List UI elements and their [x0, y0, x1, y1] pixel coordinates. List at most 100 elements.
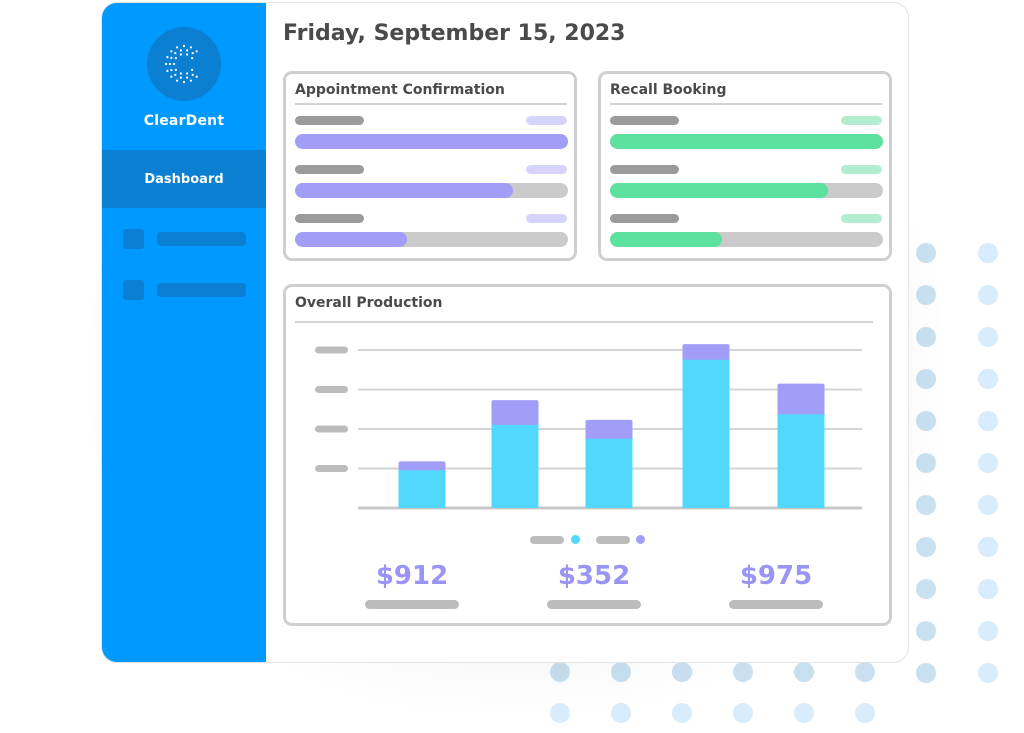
recall-progress-bar — [610, 232, 883, 247]
appointment-progress-bar — [295, 232, 568, 247]
decorative-dot — [978, 495, 998, 515]
decorative-dot — [978, 579, 998, 599]
logo-dot — [182, 44, 186, 48]
logo-dot — [166, 56, 169, 59]
logo-dot — [186, 53, 189, 56]
stat-value-1: $912 — [375, 561, 449, 591]
cleardent-logo-icon[interactable] — [147, 27, 221, 101]
logo-dot — [191, 68, 194, 71]
appointment-row-value-placeholder — [526, 165, 567, 174]
bar-5-segment-2 — [777, 383, 825, 415]
decorative-dot — [550, 703, 570, 723]
decorative-dot — [978, 411, 998, 431]
card-divider — [295, 103, 567, 105]
logo-dot — [179, 76, 182, 79]
logo-dot — [191, 52, 194, 55]
recall-progress-fill — [610, 232, 722, 247]
stat-value-2: $352 — [557, 561, 631, 591]
card-title: Appointment Confirmation — [295, 82, 505, 98]
recall-row-value-placeholder — [841, 214, 882, 223]
logo-dot — [179, 49, 182, 52]
appointment-row-label-placeholder — [295, 214, 364, 223]
logo-dot — [191, 73, 194, 76]
logo-dot — [170, 69, 173, 72]
bar-4-segment-1 — [682, 358, 730, 508]
bar-3-segment-2 — [585, 419, 633, 439]
logo-dot — [182, 80, 186, 84]
logo-dot — [176, 79, 179, 82]
recall-booking-card: Recall Booking — [598, 71, 892, 261]
card-title: Recall Booking — [610, 82, 727, 98]
logo-dot — [174, 52, 177, 55]
sidebar-item-label-placeholder — [157, 232, 246, 246]
logo-dot — [195, 50, 198, 53]
appointment-row-label-placeholder — [295, 116, 364, 125]
appointment-row-value-placeholder — [526, 214, 567, 223]
recall-row-value-placeholder — [841, 165, 882, 174]
y-tick-label-placeholder-1 — [315, 465, 348, 472]
decorative-dot — [978, 453, 998, 473]
sidebar-item-2[interactable] — [123, 280, 247, 300]
logo-dots-icon — [164, 44, 198, 84]
logo-dot — [186, 76, 189, 79]
logo-dot — [186, 72, 189, 75]
appointment-row-value-placeholder — [526, 116, 567, 125]
overall-production-card: Overall Production $912 $352 $975 — [283, 284, 892, 626]
page-date-title: Friday, September 15, 2023 — [283, 21, 626, 46]
recall-progress-fill — [610, 134, 883, 149]
card-divider — [610, 103, 882, 105]
logo-dot — [189, 79, 192, 82]
legend-label-series-1 — [530, 536, 564, 544]
logo-dot — [174, 73, 177, 76]
bar-1-segment-1 — [398, 469, 446, 508]
sidebar-item-dashboard[interactable]: Dashboard — [102, 150, 266, 208]
brand-name: ClearDent — [143, 113, 225, 129]
recall-progress-bar — [610, 183, 883, 198]
bar-2-segment-1 — [491, 423, 539, 508]
logo-dot — [170, 56, 173, 59]
decorative-dot — [978, 621, 998, 641]
appointment-progress-bar — [295, 134, 568, 149]
appointment-progress-fill — [295, 232, 407, 247]
logo-dot — [170, 75, 173, 78]
decorative-dot — [978, 327, 998, 347]
placeholder-square-icon — [123, 229, 144, 249]
recall-row-label-placeholder — [610, 214, 679, 223]
logo-dot — [179, 53, 182, 56]
recall-row-label-placeholder — [610, 165, 679, 174]
stat-value-3: $975 — [739, 561, 813, 591]
logo-dot — [170, 50, 173, 53]
decorative-dot — [978, 663, 998, 683]
bar-1-segment-2 — [398, 461, 446, 471]
recall-row-label-placeholder — [610, 116, 679, 125]
bar-3-segment-1 — [585, 437, 633, 508]
decorative-dot — [672, 703, 692, 723]
sidebar: ClearDent Dashboard — [102, 3, 266, 662]
recall-progress-fill — [610, 183, 829, 198]
logo-dot — [189, 46, 192, 49]
logo-dot — [172, 62, 176, 66]
logo-dot — [176, 46, 179, 49]
y-tick-label-placeholder-4 — [315, 346, 348, 354]
bar-5-segment-1 — [777, 413, 825, 508]
appointment-progress-fill — [295, 183, 514, 198]
logo-dot — [186, 49, 189, 52]
decorative-dot — [794, 703, 814, 723]
sidebar-item-label-placeholder — [157, 283, 246, 297]
logo-dot — [195, 75, 198, 78]
placeholder-square-icon — [123, 280, 144, 300]
logo-dot — [174, 68, 177, 71]
sidebar-item-1[interactable] — [123, 229, 247, 249]
logo-dot — [191, 57, 194, 60]
bar-2-segment-2 — [491, 400, 539, 425]
logo-dot — [166, 69, 169, 72]
logo-dot — [179, 72, 182, 75]
decorative-dot — [978, 537, 998, 557]
legend-dot-cyan — [571, 535, 580, 544]
logo-dot — [164, 62, 168, 66]
decorative-dot — [855, 703, 875, 723]
legend-dot-purple — [636, 535, 645, 544]
appointment-progress-fill — [295, 134, 568, 149]
bar-4-segment-2 — [682, 344, 730, 360]
y-tick-label-placeholder-2 — [315, 425, 348, 433]
